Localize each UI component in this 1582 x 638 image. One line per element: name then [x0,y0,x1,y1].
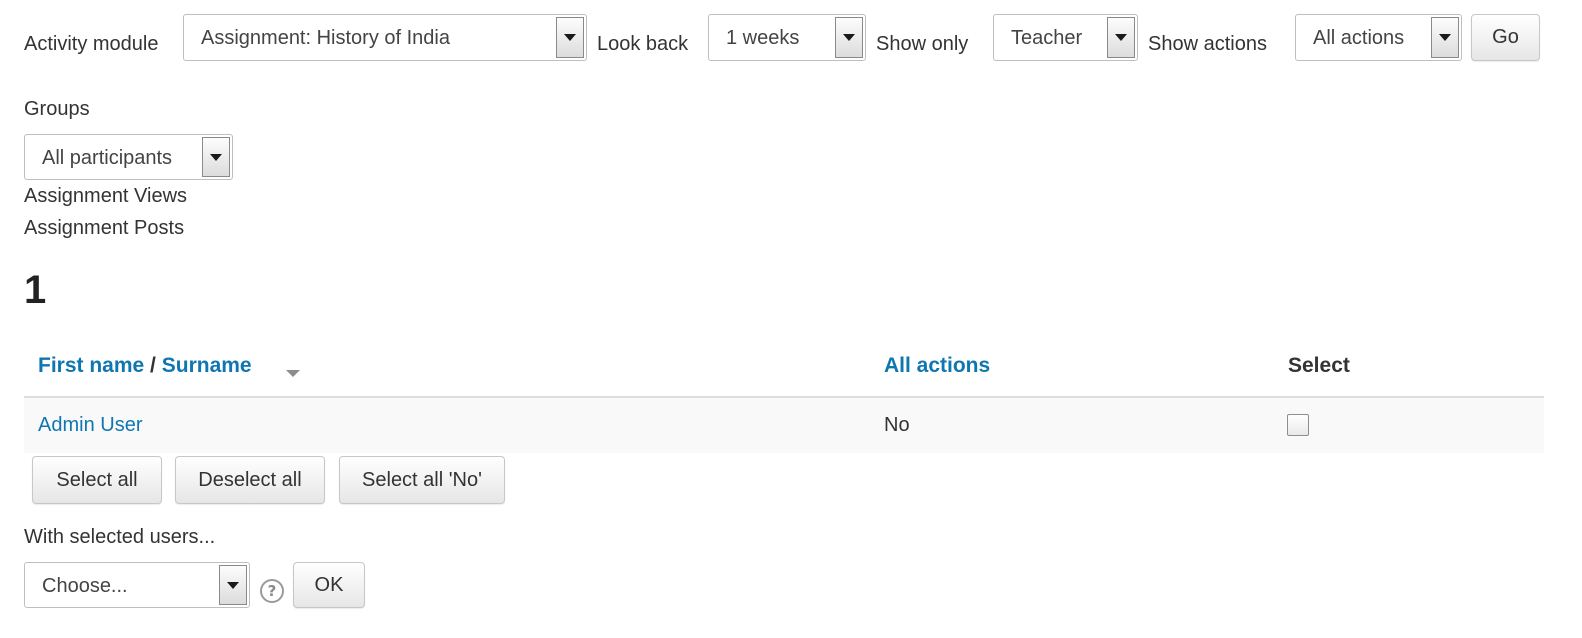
column-header-actions[interactable]: All actions [884,354,990,378]
help-icon[interactable]: ? [260,579,284,603]
user-actions-value: No [884,414,910,436]
groups-value: All participants [42,147,173,169]
chevron-down-icon[interactable] [835,17,863,58]
select-all-no-button[interactable]: Select all 'No' [339,456,505,504]
table-row [24,398,1544,453]
show-only-label: Show only [876,33,969,55]
assignment-posts-link[interactable]: Assignment Posts [24,217,184,240]
activity-module-value: Assignment: History of India [201,27,450,49]
groups-label: Groups [24,98,90,120]
with-selected-label: With selected users... [24,526,216,548]
go-button[interactable]: Go [1471,14,1540,61]
show-actions-label: Show actions [1148,33,1267,55]
sort-by-surname-link[interactable]: Surname [162,354,252,377]
assignment-views-link[interactable]: Assignment Views [24,185,187,208]
bulk-action-select[interactable]: Choose... [24,562,250,608]
chevron-down-icon[interactable] [219,565,247,605]
look-back-label: Look back [597,33,689,55]
show-actions-select[interactable]: All actions [1295,14,1462,61]
chevron-down-icon[interactable] [1431,17,1459,58]
result-count-heading: 1 [24,268,47,312]
deselect-all-button[interactable]: Deselect all [175,456,325,504]
look-back-select[interactable]: 1 weeks [708,14,866,61]
chevron-down-icon[interactable] [202,137,230,177]
chevron-down-icon[interactable] [1107,17,1135,58]
bulk-action-value: Choose... [42,575,128,597]
sort-desc-icon [286,370,300,377]
groups-select[interactable]: All participants [24,134,233,180]
activity-module-select[interactable]: Assignment: History of India [183,14,587,61]
select-all-button[interactable]: Select all [32,456,162,504]
show-only-select[interactable]: Teacher [993,14,1138,61]
column-header-select: Select [1288,354,1350,377]
chevron-down-icon[interactable] [556,17,584,58]
ok-button[interactable]: OK [293,562,365,608]
activity-module-label: Activity module [24,33,159,55]
sort-by-first-name-link[interactable]: First name [38,354,144,377]
column-header-name: First name / Surname [38,354,252,378]
header-separator: / [150,354,156,377]
user-name-link[interactable]: Admin User [38,414,142,437]
select-user-checkbox[interactable] [1287,414,1309,436]
